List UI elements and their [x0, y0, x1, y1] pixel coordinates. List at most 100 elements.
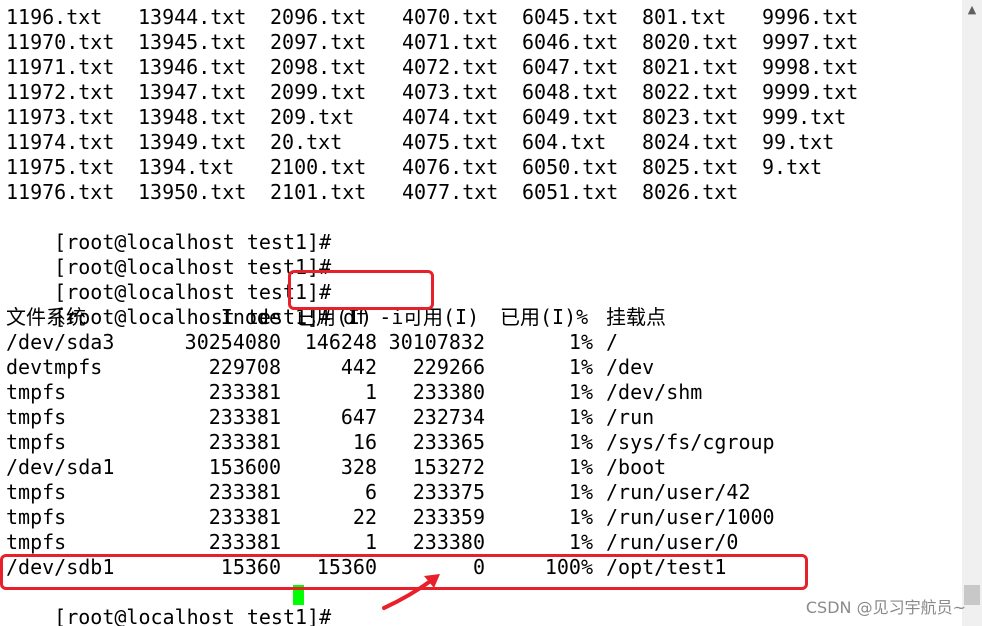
df-used: 328	[340, 455, 377, 479]
header-mount: 挂载点	[606, 305, 666, 329]
df-used: 1	[364, 380, 377, 404]
shell-prompt-line: [root@localhost test1]#	[6, 205, 343, 254]
file-name: 2099.txt	[270, 80, 367, 104]
df-free: 30107832	[388, 330, 485, 354]
command-line: [root@localhost test1]# df -i	[6, 280, 403, 329]
df-mount: /	[606, 330, 619, 354]
file-name: 6051.txt	[522, 180, 619, 204]
file-name: 11972.txt	[6, 80, 115, 104]
df-use-percent: 1%	[568, 380, 593, 404]
df-inodes: 229708	[208, 355, 281, 379]
df-row: /dev/sda1 153600 328 153272 1% /boot	[6, 455, 786, 480]
df-inodes: 153600	[208, 455, 281, 479]
header-free: 可用(I)	[403, 305, 480, 329]
file-name: 6045.txt	[522, 5, 619, 29]
df-use-percent: 100%	[544, 555, 593, 579]
df-inodes: 30254080	[184, 330, 281, 354]
df-row: tmpfs 233381 1 233380 1% /run/user/0	[6, 530, 786, 555]
df-mount: /run/user/0	[606, 530, 739, 554]
vertical-scrollbar[interactable]: ▲	[962, 0, 982, 626]
df-used: 442	[340, 355, 377, 379]
df-use-percent: 1%	[568, 330, 593, 354]
df-filesystem: /dev/sda1	[6, 455, 115, 479]
terminal-window[interactable]: 1196.txt 13944.txt 2096.txt 4070.txt 604…	[0, 0, 982, 626]
df-row: tmpfs 233381 1 233380 1% /dev/shm	[6, 380, 786, 405]
file-name: 13947.txt	[138, 80, 247, 104]
file-name: 9996.txt	[762, 5, 859, 29]
scrollbar-thumb[interactable]	[964, 585, 980, 605]
df-free: 153272	[412, 455, 485, 479]
df-inodes: 233381	[208, 480, 281, 504]
file-name: 604.txt	[522, 130, 607, 154]
df-free: 233359	[412, 505, 485, 529]
file-name: 11975.txt	[6, 155, 115, 179]
file-name: 9997.txt	[762, 30, 859, 54]
file-name: 4073.txt	[402, 80, 499, 104]
df-filesystem: tmpfs	[6, 480, 67, 504]
df-use-percent: 1%	[568, 455, 593, 479]
df-inodes: 233381	[208, 430, 281, 454]
df-filesystem: /dev/sda3	[6, 330, 115, 354]
file-name: 4074.txt	[402, 105, 499, 129]
df-mount: /opt/test1	[606, 555, 727, 579]
df-row: tmpfs 233381 647 232734 1% /run	[6, 405, 786, 430]
file-name: 2101.txt	[270, 180, 367, 204]
df-use-percent: 1%	[568, 530, 593, 554]
df-use-percent: 1%	[568, 405, 593, 429]
file-name: 4076.txt	[402, 155, 499, 179]
header-use-percent: 已用(I)%	[500, 305, 589, 329]
df-row: devtmpfs 229708 442 229266 1% /dev	[6, 355, 786, 380]
scroll-up-icon[interactable]: ▲	[966, 4, 978, 16]
file-name: 11970.txt	[6, 30, 115, 54]
header-used: 已用(I)	[296, 305, 373, 329]
file-name: 4075.txt	[402, 130, 499, 154]
df-row: tmpfs 233381 16 233365 1% /sys/fs/cgroup	[6, 430, 786, 455]
df-row: tmpfs 233381 6 233375 1% /run/user/42	[6, 480, 786, 505]
file-list-row: 11972.txt 13947.txt 2099.txt 4073.txt 60…	[6, 80, 858, 105]
df-inodes: 233381	[208, 505, 281, 529]
df-use-percent: 1%	[568, 355, 593, 379]
df-mount: /sys/fs/cgroup	[606, 430, 775, 454]
df-filesystem: /dev/sdb1	[6, 555, 115, 579]
file-name: 4077.txt	[402, 180, 499, 204]
df-free: 233380	[412, 380, 485, 404]
df-used: 146248	[304, 330, 377, 354]
file-name: 209.txt	[270, 105, 355, 129]
file-name: 8026.txt	[642, 180, 739, 204]
file-list-row: 11976.txt 13950.txt 2101.txt 4077.txt 60…	[6, 180, 738, 205]
file-name: 801.txt	[642, 5, 727, 29]
file-name: 2100.txt	[270, 155, 367, 179]
file-name: 20.txt	[270, 130, 343, 154]
file-list-row: 11971.txt 13946.txt 2098.txt 4072.txt 60…	[6, 55, 858, 80]
df-used: 1	[364, 530, 377, 554]
file-name: 8023.txt	[642, 105, 739, 129]
df-header-row: 文件系统 Inode 已用(I) 可用(I) 已用(I)% 挂载点	[6, 305, 786, 330]
watermark: CSDN @见习宇航员~	[805, 598, 966, 617]
file-name: 2096.txt	[270, 5, 367, 29]
file-list-row: 11975.txt 1394.txt 2100.txt 4076.txt 605…	[6, 155, 822, 180]
df-filesystem: tmpfs	[6, 505, 67, 529]
df-mount: /run/user/42	[606, 480, 751, 504]
file-name: 11976.txt	[6, 180, 115, 204]
df-used: 647	[340, 405, 377, 429]
df-mount: /boot	[606, 455, 667, 479]
file-name: 6047.txt	[522, 55, 619, 79]
file-name: 4072.txt	[402, 55, 499, 79]
df-free: 232734	[412, 405, 485, 429]
df-used: 15360	[316, 555, 377, 579]
df-free: 233365	[412, 430, 485, 454]
df-filesystem: tmpfs	[6, 380, 67, 404]
file-name: 13949.txt	[138, 130, 247, 154]
file-name: 4070.txt	[402, 5, 499, 29]
df-used: 22	[352, 505, 377, 529]
df-inodes: 233381	[208, 405, 281, 429]
df-row-full: /dev/sdb1 15360 15360 0 100% /opt/test1	[6, 555, 786, 580]
df-filesystem: devtmpfs	[6, 355, 103, 379]
file-name: 8024.txt	[642, 130, 739, 154]
shell-prompt: [root@localhost test1]#	[54, 605, 344, 626]
file-name: 13944.txt	[138, 5, 247, 29]
file-list-row: 11970.txt 13945.txt 2097.txt 4071.txt 60…	[6, 30, 858, 55]
df-inodes: 15360	[220, 555, 281, 579]
df-inodes: 233381	[208, 530, 281, 554]
file-name: 11971.txt	[6, 55, 115, 79]
